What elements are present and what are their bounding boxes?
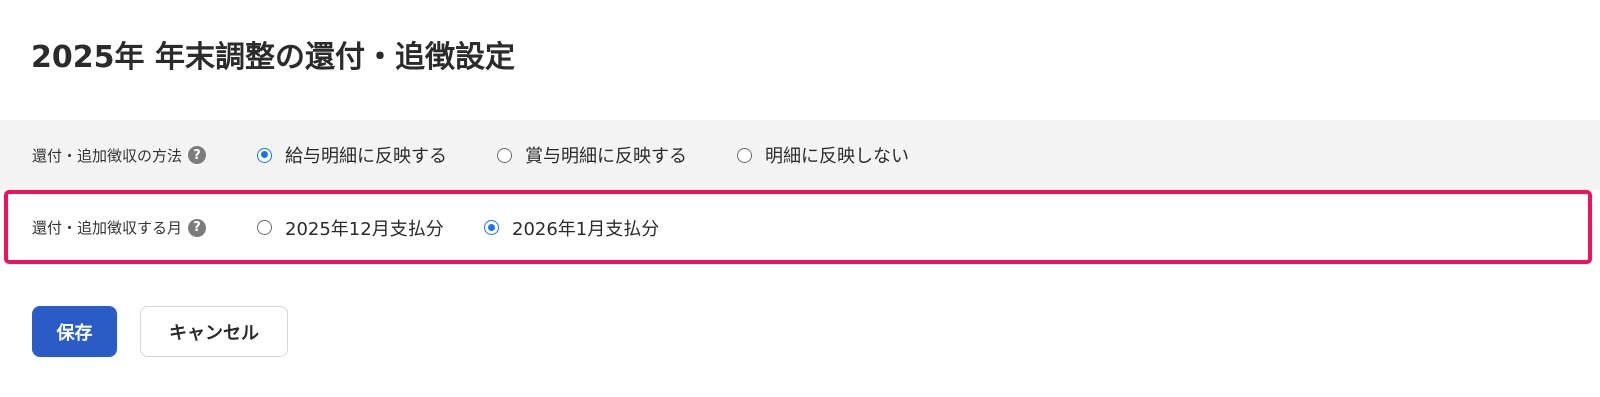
month-option-2025-12[interactable]: 2025年12月支払分 (257, 215, 444, 241)
question-circle-icon[interactable]: ? (188, 146, 207, 164)
option-label: 2026年1月支払分 (512, 218, 660, 240)
settings-page: 2025年 年末調整の還付・追徴設定 還付・追加徴収の方法 ? 給与明細に反映す… (0, 0, 1600, 397)
option-label: 2025年12月支払分 (285, 218, 444, 240)
save-button[interactable]: 保存 (32, 306, 117, 357)
method-option-none[interactable]: 明細に反映しない (737, 142, 909, 168)
radio-unchecked-icon[interactable] (737, 147, 752, 163)
radio-unchecked-icon[interactable] (497, 147, 512, 163)
settings-form: 還付・追加徴収の方法 ? 給与明細に反映する 賞与明細に反映する 明細に反映しな… (0, 120, 1600, 265)
month-label-group: 還付・追加徴収する月 ? (32, 217, 207, 238)
method-option-bonus[interactable]: 賞与明細に反映する (497, 142, 687, 168)
radio-checked-icon[interactable] (484, 220, 499, 235)
method-option-payslip[interactable]: 給与明細に反映する (257, 142, 447, 168)
radio-checked-icon[interactable] (257, 147, 272, 163)
method-label: 還付・追加徴収の方法 (32, 146, 183, 165)
method-row: 還付・追加徴収の方法 ? 給与明細に反映する 賞与明細に反映する 明細に反映しな… (0, 120, 1600, 190)
month-option-2026-01[interactable]: 2026年1月支払分 (484, 215, 659, 241)
page-title: 2025年 年末調整の還付・追徴設定 (31, 40, 515, 75)
month-row: 還付・追加徴収する月 ? 2025年12月支払分 2026年1月支払分 (0, 190, 1600, 265)
option-label: 給与明細に反映する (285, 146, 447, 167)
option-label: 明細に反映しない (765, 146, 909, 167)
month-label: 還付・追加徴収する月 (32, 219, 183, 237)
cancel-button[interactable]: キャンセル (140, 306, 288, 357)
radio-unchecked-icon[interactable] (257, 220, 272, 235)
method-label-group: 還付・追加徴収の方法 ? (32, 145, 207, 166)
option-label: 賞与明細に反映する (525, 146, 687, 167)
question-circle-icon[interactable]: ? (188, 218, 207, 237)
